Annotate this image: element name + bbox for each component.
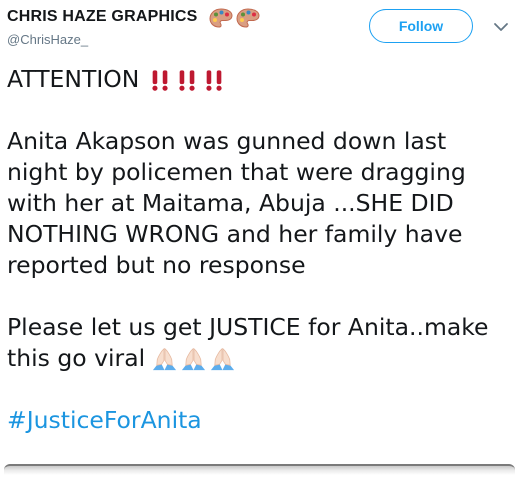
double-exclamation-icon bbox=[179, 70, 195, 91]
tweet-line-5: NOTHING WRONG and her family have bbox=[7, 220, 463, 248]
author-name-emoji bbox=[209, 8, 260, 28]
tweet-line-7: Please let us get JUSTICE for Anita..mak… bbox=[7, 313, 489, 341]
attached-media-preview[interactable] bbox=[4, 464, 515, 481]
exclamation-emojis bbox=[149, 64, 230, 95]
folded-hands-icon bbox=[211, 348, 235, 371]
viral-text: this go viral bbox=[7, 344, 146, 372]
chevron-down-icon[interactable] bbox=[493, 20, 509, 34]
artist-palette-icon bbox=[209, 8, 233, 28]
author-handle[interactable]: @ChrisHaze_ bbox=[7, 32, 88, 47]
double-exclamation-icon bbox=[206, 70, 222, 91]
tweet-text: ATTENTION Anita Akapson was gunned down … bbox=[7, 64, 519, 436]
tweet-header: CHRIS HAZE GRAPHICS @ChrisHaze_ Follow bbox=[7, 6, 515, 50]
artist-palette-icon bbox=[236, 8, 260, 28]
tweet-line-2: Anita Akapson was gunned down last bbox=[7, 127, 447, 155]
hashtag-link[interactable]: #JusticeForAnita bbox=[7, 405, 519, 436]
tweet-line-8: this go viral bbox=[7, 343, 519, 374]
author-display-name[interactable]: CHRIS HAZE GRAPHICS bbox=[7, 8, 197, 26]
folded-hands-icon bbox=[182, 348, 206, 371]
attention-text: ATTENTION bbox=[7, 65, 140, 93]
tweet-line-6: reported but no response bbox=[7, 251, 306, 279]
follow-button[interactable]: Follow bbox=[369, 9, 473, 43]
double-exclamation-icon bbox=[152, 70, 168, 91]
tweet-line-4: with her at Maitama, Abuja ...SHE DID bbox=[7, 189, 454, 217]
tweet-line-3: night by policemen that were dragging bbox=[7, 158, 466, 186]
folded-hands-emojis bbox=[151, 343, 238, 374]
folded-hands-icon bbox=[153, 348, 177, 371]
tweet-line-1: ATTENTION bbox=[7, 64, 519, 95]
